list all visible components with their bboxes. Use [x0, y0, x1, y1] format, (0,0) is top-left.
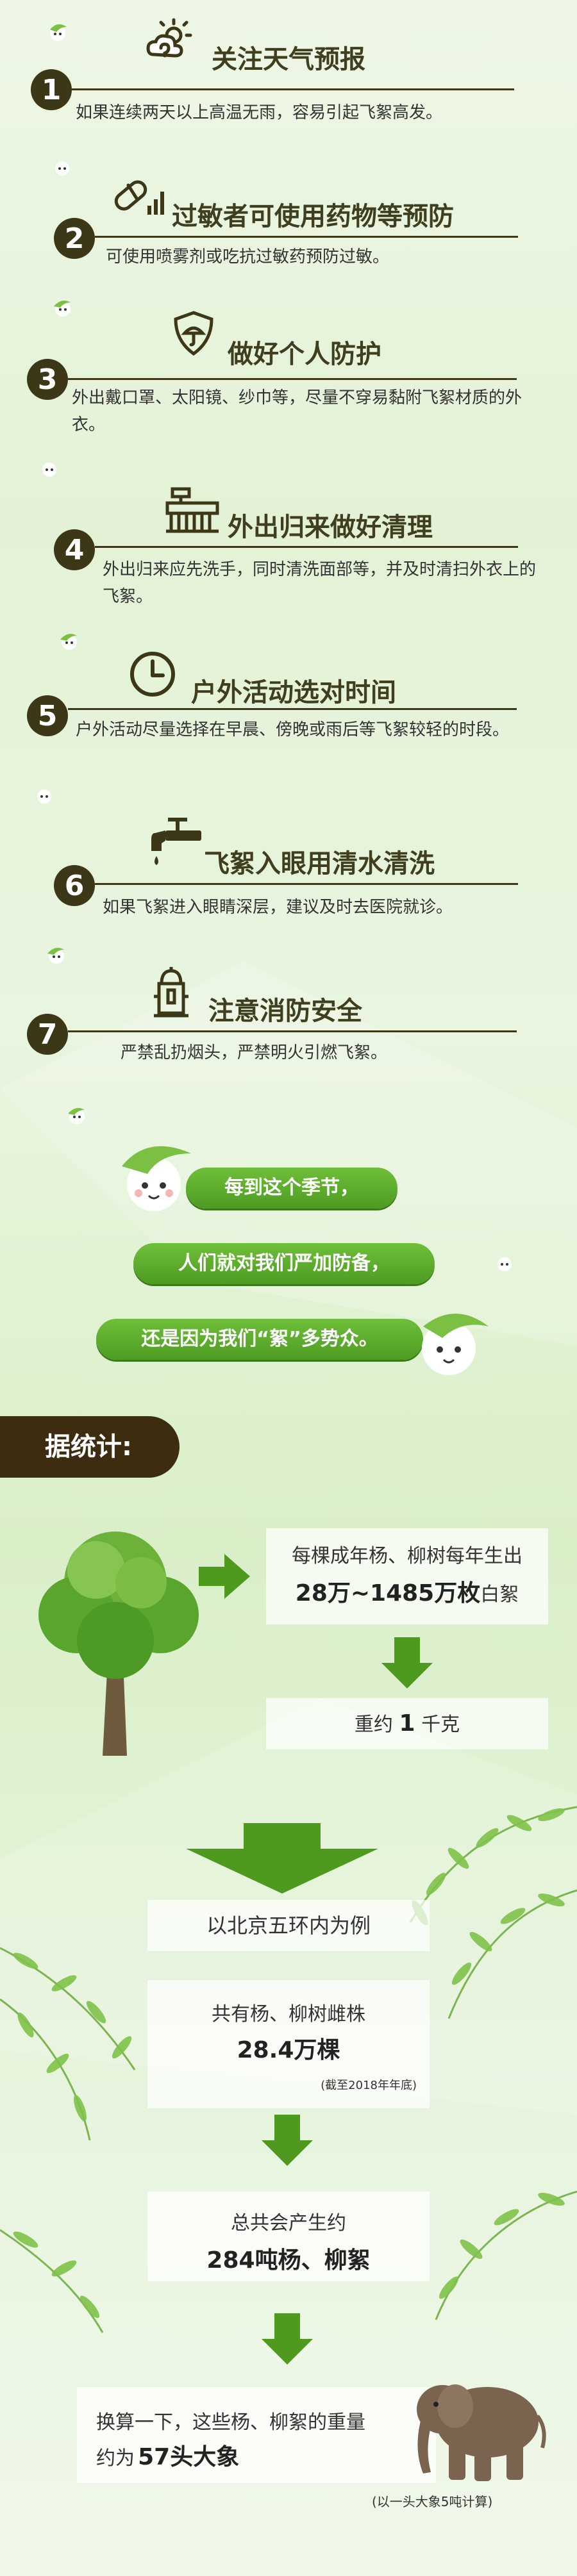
arrow-down-icon	[381, 1637, 433, 1688]
arrow-down-icon	[186, 1823, 378, 1894]
tip-number: 5	[27, 695, 68, 736]
shield-icon	[168, 308, 219, 359]
tip-description: 外出归来应先洗手，同时清洗面部等，并及时清扫外衣上的飞絮。	[103, 560, 537, 606]
weight-value: 1	[399, 1710, 415, 1737]
tip-description: 户外活动尽量选择在早晨、傍晚或雨后等飞絮较轻的时段。	[76, 720, 510, 739]
tip-number: 4	[54, 529, 95, 570]
section-title: 据统计:	[0, 1416, 180, 1478]
convert-line: 换算一下，这些杨、柳絮的重量	[96, 2411, 365, 2434]
medicine-icon	[109, 170, 164, 221]
example-box: 以北京五环内为例	[147, 1900, 430, 1951]
tip-number: 7	[27, 1014, 68, 1055]
tip-description: 可使用喷雾剂或吃抗过敏药预防过敏。	[106, 247, 390, 267]
total-box: 总共会产生约 284吨杨、柳絮	[147, 2192, 430, 2281]
tip-title: 外出归来做好清理	[228, 513, 433, 542]
fluff-sprite	[47, 948, 64, 964]
weather-icon	[144, 16, 196, 67]
tip-number: 1	[31, 69, 72, 110]
per-tree-unit: 白絮	[480, 1583, 519, 1606]
per-tree-box: 每棵成年杨、柳树每年生出 28万~1485万枚白絮	[266, 1528, 548, 1624]
weight-box: 重约 1 千克	[266, 1698, 548, 1749]
fluff-sprite	[42, 463, 56, 477]
total-line: 总共会产生约	[231, 2212, 346, 2234]
arrow-down-icon	[262, 2115, 313, 2166]
trees-note: (截至2018年年底)	[321, 2079, 417, 2092]
tip-description: 外出戴口罩、太阳镜、纱巾等，尽量不穿易黏附飞絮材质的外衣。	[72, 388, 523, 434]
trees-value: 28.4万棵	[237, 2037, 340, 2063]
tip-title: 飞絮入眼用清水清洗	[204, 849, 435, 879]
trees-line: 共有杨、柳树雌株	[212, 2003, 365, 2026]
fluff-sprite	[37, 789, 51, 804]
convert-value: 57头大象	[138, 2444, 240, 2470]
speech-bubble: 还是因为我们“絮”多势众。	[96, 1319, 423, 1360]
tip-title: 做好个人防护	[228, 340, 381, 369]
speech-bubble: 每到这个季节，	[186, 1168, 397, 1209]
convert-box: 换算一下，这些杨、柳絮的重量 约为 57头大象	[77, 2387, 436, 2483]
tip-number: 6	[54, 865, 95, 906]
per-tree-value: 28万~1485万枚	[295, 1580, 481, 1606]
divider	[95, 883, 518, 885]
faucet-icon	[146, 814, 201, 865]
tip-description: 如果飞絮进入眼睛深层，建议及时去医院就诊。	[103, 898, 453, 917]
total-value: 284吨杨、柳絮	[206, 2247, 371, 2274]
divider	[72, 88, 514, 90]
fluff-sprite	[50, 24, 67, 41]
arrow-down-icon	[262, 2313, 313, 2365]
hydrant-icon	[149, 964, 200, 1018]
tip-title: 关注天气预报	[212, 45, 365, 74]
divider	[95, 236, 518, 238]
speech-bubble: 人们就对我们严加防备，	[133, 1243, 435, 1284]
tip-title: 过敏者可使用药物等预防	[172, 202, 454, 231]
tip-number: 2	[54, 218, 95, 259]
fluff-mascot	[122, 1146, 191, 1211]
tip-description: 如果连续两天以上高温无雨，容易引起飞絮高发。	[76, 103, 443, 122]
brush-icon	[163, 484, 219, 535]
divider	[95, 546, 518, 548]
arrow-right-icon	[199, 1554, 250, 1599]
convert-prefix: 约为	[96, 2447, 135, 2470]
divider	[68, 378, 517, 380]
fluff-sprite	[60, 634, 77, 650]
fluff-sprite	[68, 1108, 85, 1124]
divider	[68, 1030, 517, 1032]
tree-illustration	[38, 1532, 199, 1756]
per-tree-line: 每棵成年杨、柳树每年生出	[292, 1545, 523, 1567]
tip-number: 3	[27, 359, 68, 400]
fluff-sprite	[55, 161, 69, 176]
weight-prefix: 重约	[354, 1713, 393, 1736]
tip-title: 户外活动选对时间	[191, 678, 396, 707]
fluff-sprite	[498, 1257, 512, 1271]
fluff-sprite	[54, 301, 71, 317]
fluff-mascot	[422, 1314, 489, 1375]
trees-box: 共有杨、柳树雌株 28.4万棵 (截至2018年年底)	[147, 1980, 430, 2108]
tip-title: 注意消防安全	[208, 996, 362, 1026]
weight-unit: 千克	[421, 1713, 460, 1736]
elephant-note: (以一头大象5吨计算)	[372, 2494, 493, 2509]
elephant-illustration	[417, 2384, 546, 2481]
tip-description: 严禁乱扔烟头，严禁明火引燃飞絮。	[121, 1043, 388, 1062]
divider	[68, 708, 517, 710]
clock-icon	[127, 648, 178, 700]
